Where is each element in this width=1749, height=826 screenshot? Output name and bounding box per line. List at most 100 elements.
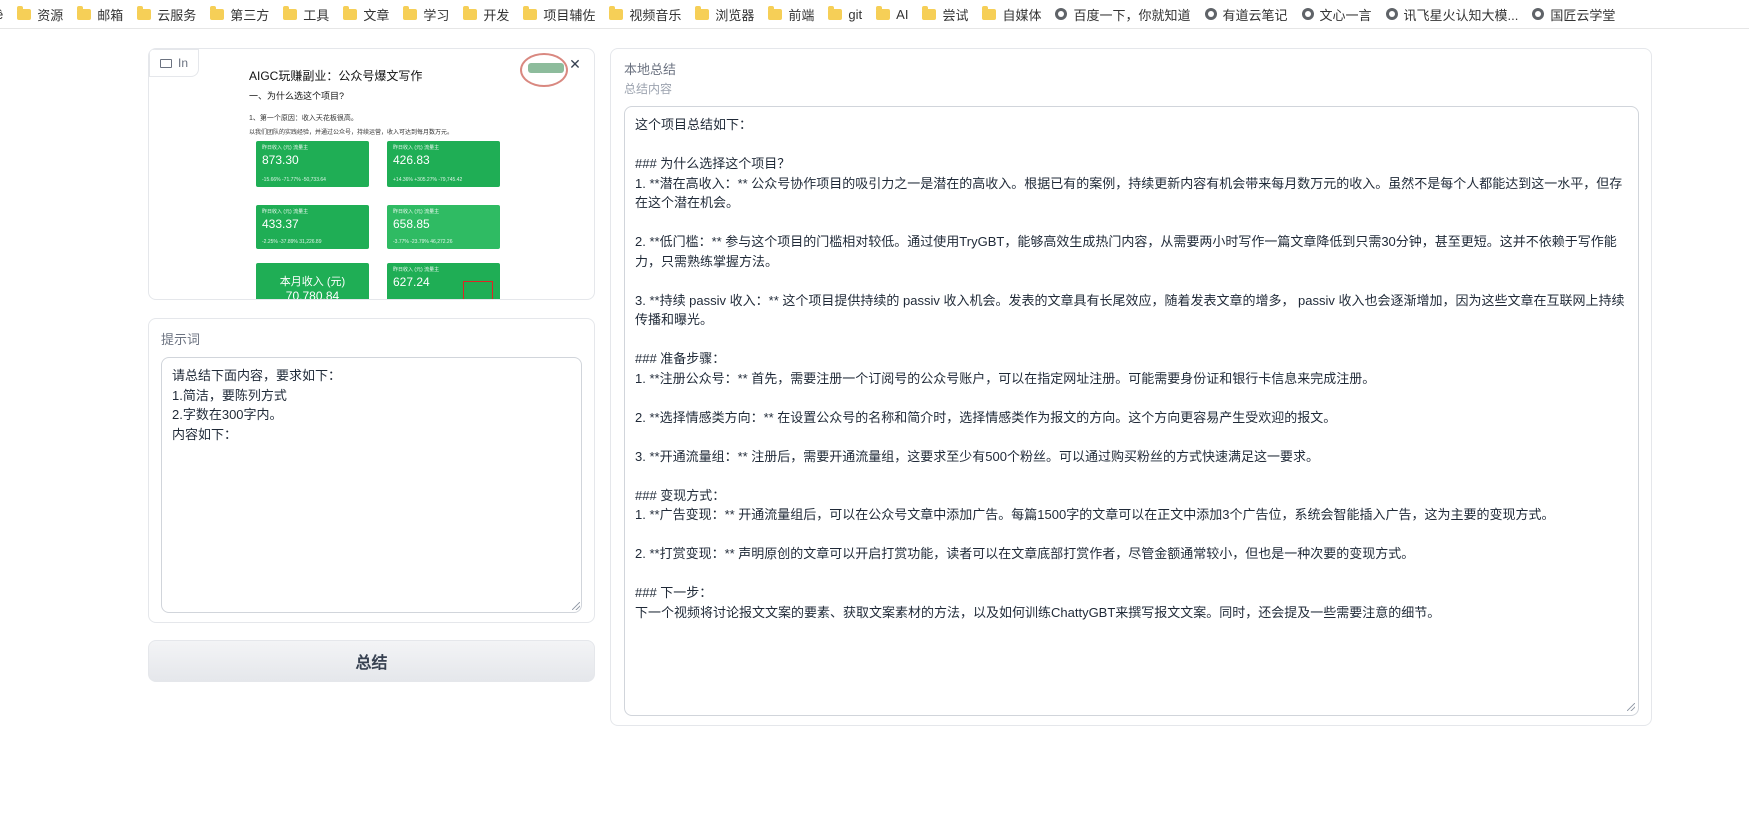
bookmark-label: 百度一下，你就知道 xyxy=(1073,7,1191,23)
bookmark-item[interactable]: 讯飞星火认知大模... xyxy=(1385,5,1519,24)
bookmark-item[interactable]: 第三方 xyxy=(210,5,269,24)
folder-icon xyxy=(828,5,843,20)
folder-icon xyxy=(17,5,32,20)
doc-point-detail: 以我们团队的实践经验，并通过公众号，持续运营，收入可达到每月数万元。 xyxy=(249,130,454,136)
stat-tile: 昨日收入 (元) 流量主 426.83 +14.36% +305.27% -79… xyxy=(387,141,500,187)
bookmark-item[interactable]: 资源 xyxy=(17,5,63,24)
tile-label: 昨日收入 (元) 流量主 xyxy=(393,267,440,273)
globe-icon xyxy=(1204,8,1217,20)
doc-section: 一、为什么选这个项目? xyxy=(249,91,345,101)
globe-icon xyxy=(1055,8,1068,20)
tile-value: 426.83 xyxy=(393,153,430,167)
bookmark-item[interactable]: 工具 xyxy=(283,5,329,24)
tile-value: 433.37 xyxy=(262,217,299,231)
globe-icon xyxy=(1301,8,1314,20)
doc-title: AIGC玩赚副业：公众号爆文写作 xyxy=(249,69,423,83)
summary-panel: 本地总结 总结内容 这个项目总结如下： ### 为什么选择这个项目？ 1. **… xyxy=(610,48,1652,726)
bookmark-item[interactable]: 文章 xyxy=(343,5,389,24)
tile-label: 昨日收入 (元) 流量主 xyxy=(262,145,309,151)
folder-icon xyxy=(463,5,478,20)
globe-icon xyxy=(1532,8,1545,20)
folder-icon xyxy=(609,5,624,20)
bookmark-label: 邮箱 xyxy=(97,7,124,23)
tile-sub: -2.25% -37.89% 31,226.89 xyxy=(262,239,322,245)
bookmark-item[interactable]: 百度一下，你就知道 xyxy=(1055,5,1191,24)
bookmark-label: 工具 xyxy=(303,7,330,23)
tile-label: 昨日收入 (元) 流量主 xyxy=(262,209,309,215)
folder-icon xyxy=(77,5,92,20)
folder-icon xyxy=(695,5,710,20)
bookmark-item[interactable]: 学习 xyxy=(403,5,449,24)
folder-icon xyxy=(982,5,997,20)
tile-value: 873.30 xyxy=(262,153,299,167)
folder-icon xyxy=(523,5,538,20)
stat-tile: 昨日收入 (元) 流量主 873.30 -15.66% -71.77% -50,… xyxy=(256,141,369,187)
bookmark-item[interactable]: 自媒体 xyxy=(982,5,1041,24)
stat-tile: 昨日收入 (元) 流量主 433.37 -2.25% -37.89% 31,22… xyxy=(256,205,369,249)
bookmark-item[interactable]: 文心一言 xyxy=(1301,5,1372,24)
bookmark-item[interactable]: 开发 xyxy=(463,5,509,24)
folder-icon xyxy=(137,5,152,20)
close-icon[interactable]: ✕ xyxy=(566,55,584,73)
prompt-textarea[interactable]: 请总结下面内容，要求如下： 1.简洁，要陈列方式 2.字数在300字内。 内容如… xyxy=(161,357,582,613)
truncated-bookmark-text[interactable]: ê xyxy=(0,7,3,22)
image-preview-panel: In ✕ AIGC玩赚副业：公众号爆文写作 一、为什么选这个项目? 1、第一个原… xyxy=(148,48,595,300)
stamp-watermark-bar xyxy=(528,63,564,73)
bookmark-item[interactable]: 浏览器 xyxy=(695,5,754,24)
bookmark-label: 文心一言 xyxy=(1319,7,1372,23)
globe-icon xyxy=(1385,8,1398,20)
bookmark-label: git xyxy=(848,6,863,22)
bookmark-label: AI xyxy=(896,6,909,22)
tile-value: 70,780.84 xyxy=(285,289,340,300)
bookmark-label: 开发 xyxy=(483,7,510,23)
resize-handle-icon[interactable] xyxy=(572,602,580,610)
bookmark-label: 文章 xyxy=(363,7,390,23)
bookmark-item[interactable]: AI xyxy=(876,5,909,22)
folder-icon xyxy=(283,5,298,20)
folder-icon xyxy=(922,5,937,20)
tile-sub: -3.77% -23.79% 46,272.26 xyxy=(393,239,453,245)
bookmarks-bar: ê 资源 邮箱 云服务 第三方 工具 文章 学习 开发 项目辅佐 视频音乐 浏览器 前端 git AI 尝试… xyxy=(0,0,1749,29)
highlight-box xyxy=(463,281,493,299)
bookmark-label: 讯飞星火认知大模... xyxy=(1403,7,1519,23)
tile-value: 627.24 xyxy=(393,275,430,289)
bookmark-label: 资源 xyxy=(37,7,64,23)
bookmark-item[interactable]: 邮箱 xyxy=(77,5,123,24)
folder-icon xyxy=(768,5,783,20)
tile-label: 昨日收入 (元) 流量主 xyxy=(393,209,440,215)
summarize-button[interactable]: 总结 xyxy=(148,640,595,682)
bookmark-label: 浏览器 xyxy=(715,7,755,23)
stat-tile: 本月收入 (元) 70,780.84 xyxy=(256,263,369,300)
camera-icon xyxy=(160,58,172,68)
bookmark-label: 第三方 xyxy=(230,7,270,23)
summary-textarea[interactable]: 这个项目总结如下： ### 为什么选择这个项目？ 1. **潜在高收入：** 公… xyxy=(624,106,1639,716)
bookmark-label: 自媒体 xyxy=(1002,7,1042,23)
folder-icon xyxy=(876,5,891,20)
bookmark-item[interactable]: 项目辅佐 xyxy=(523,5,595,24)
bookmark-item[interactable]: git xyxy=(828,5,863,22)
bookmark-label: 尝试 xyxy=(942,7,969,23)
tile-label: 本月收入 (元) xyxy=(279,276,346,288)
folder-icon xyxy=(343,5,358,20)
resize-handle-icon[interactable] xyxy=(1627,703,1635,711)
tile-sub: -15.66% -71.77% -50,733.64 xyxy=(262,177,326,183)
summary-title: 本地总结 xyxy=(624,62,677,77)
prompt-panel: 提示词 请总结下面内容，要求如下： 1.简洁，要陈列方式 2.字数在300字内。… xyxy=(148,318,595,623)
bookmark-item[interactable]: 尝试 xyxy=(922,5,968,24)
bookmark-item[interactable]: 视频音乐 xyxy=(609,5,681,24)
bookmark-item[interactable]: 国匠云学堂 xyxy=(1532,5,1615,24)
summary-subtitle: 总结内容 xyxy=(624,82,673,96)
bookmark-label: 学习 xyxy=(423,7,450,23)
doc-point: 1、第一个原因：收入天花板很高。 xyxy=(249,115,358,122)
bookmark-label: 有道云笔记 xyxy=(1222,7,1288,23)
bookmark-label: 项目辅佐 xyxy=(543,7,596,23)
bookmark-item[interactable]: 有道云笔记 xyxy=(1204,5,1288,24)
bookmark-label: 云服务 xyxy=(157,7,197,23)
image-badge[interactable]: In xyxy=(149,49,200,77)
bookmark-item[interactable]: 云服务 xyxy=(137,5,196,24)
bookmark-label: 国匠云学堂 xyxy=(1550,7,1616,23)
folder-icon xyxy=(403,5,418,20)
image-badge-label: In xyxy=(178,56,189,70)
bookmark-item[interactable]: 前端 xyxy=(768,5,814,24)
stat-tile: 昨日收入 (元) 流量主 658.85 -3.77% -23.79% 46,27… xyxy=(387,205,500,249)
